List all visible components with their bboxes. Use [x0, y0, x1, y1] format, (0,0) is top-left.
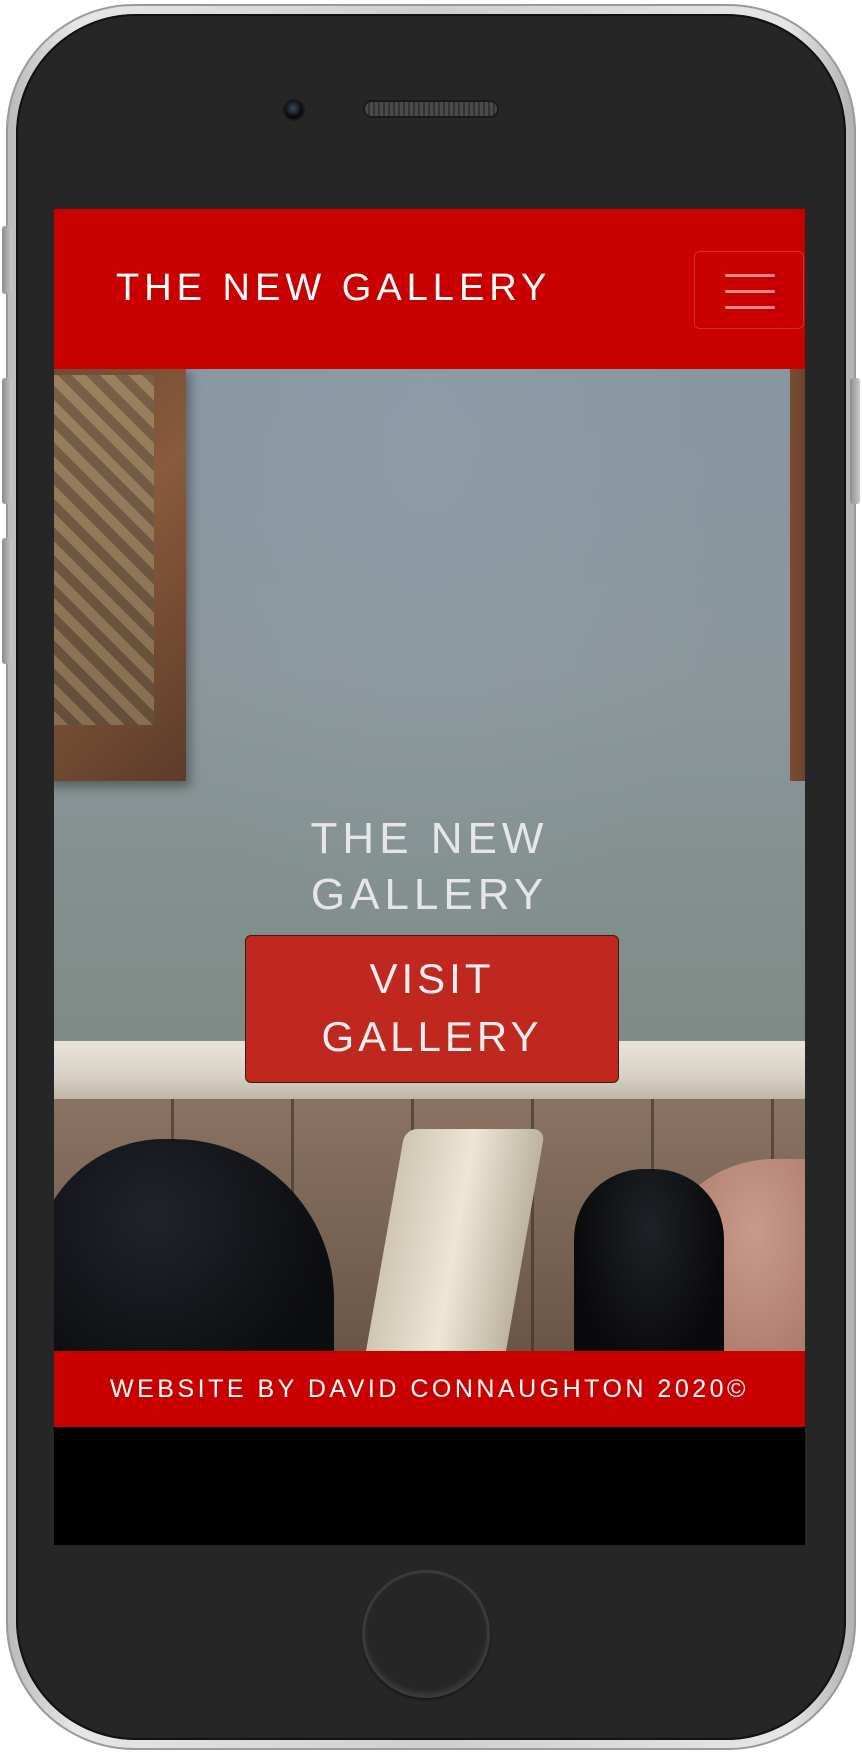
volume-down-button	[2, 538, 12, 664]
navbar: THE NEW GALLERY	[54, 209, 805, 369]
home-button[interactable]	[362, 1570, 490, 1698]
visit-gallery-label-line-1: VISIT	[369, 955, 495, 1002]
menu-toggle-button[interactable]	[694, 251, 804, 329]
volume-up-button	[2, 378, 12, 504]
hero-title-line-2: GALLERY	[310, 870, 549, 919]
phone-screen: THE NEW GALLERY THE NEW GALLERY VISIT GA…	[54, 209, 805, 1545]
hero-title-line-1: THE NEW	[310, 814, 549, 863]
mute-switch	[2, 226, 12, 294]
framed-artwork-right	[790, 369, 805, 781]
hamburger-menu-icon	[725, 272, 775, 310]
framed-artwork-left	[54, 369, 186, 781]
visit-gallery-label-line-2: GALLERY	[321, 1013, 543, 1060]
hero-section: THE NEW GALLERY VISIT GALLERY	[54, 369, 805, 1351]
backpack-right	[574, 1169, 724, 1351]
visit-gallery-button[interactable]: VISIT GALLERY	[245, 935, 619, 1083]
footer-credit-text: WEBSITE BY DAVID CONNAUGHTON 2020©	[110, 1375, 749, 1403]
earpiece-speaker	[365, 102, 497, 116]
power-button	[850, 378, 860, 504]
brand-logo-link[interactable]: THE NEW GALLERY	[116, 267, 551, 310]
footer: WEBSITE BY DAVID CONNAUGHTON 2020©	[54, 1351, 805, 1427]
front-camera-icon	[285, 101, 303, 119]
hero-title: THE NEW GALLERY	[54, 811, 805, 923]
